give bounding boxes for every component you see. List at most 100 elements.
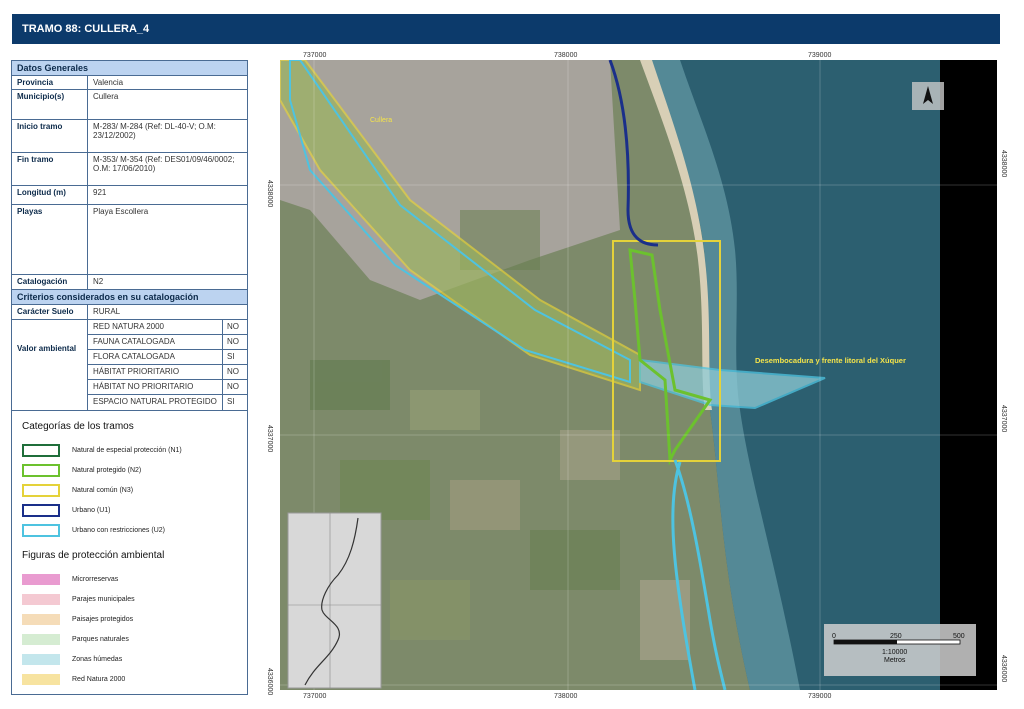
row-key: Inicio tramo [12,120,88,152]
legend-item: Zonas húmedas [22,649,237,669]
row-key: Longitud (m) [12,186,88,204]
legend-swatch [22,613,60,625]
row-playas: Playas Playa Escollera [12,205,247,275]
legend-label: Natural protegido (N2) [72,466,142,474]
ambiental-name: HÁBITAT PRIORITARIO [88,365,223,379]
legend-swatch [22,633,60,645]
legend-swatch [22,653,60,665]
figuras-title: Figuras de protección ambiental [22,550,165,561]
legend-label: Urbano (U1) [72,506,111,514]
legend-label: Natural de especial protección (N1) [72,446,182,454]
row-value: Playa Escollera [93,207,149,216]
page-header: TRAMO 88: CULLERA_4 [12,14,1000,44]
legend-item: Urbano con restricciones (U2) [22,520,237,540]
north-arrow-icon [912,82,944,110]
legend-item: Natural de especial protección (N1) [22,440,237,460]
scale-ratio: 1:10000 [882,649,907,656]
map[interactable]: Cullera Desembocadura y frente litoral d… [280,60,997,690]
page-title: TRAMO 88: CULLERA_4 [22,23,150,35]
legend-swatch [22,443,60,457]
legend-label: Urbano con restricciones (U2) [72,526,165,534]
row-longitud: Longitud (m) 921 [12,186,247,205]
ambiental-name: FLORA CATALOGADA [88,350,223,364]
place-label: Cullera [370,117,392,124]
valor-ambiental-label: Valor ambiental [12,320,88,410]
x-tick-top: 739000 [808,52,832,59]
scale-tick: 250 [890,633,902,640]
legend-item: Paisajes protegidos [22,609,237,629]
y-tick-right: 4336000 [1000,655,1007,683]
y-tick-left: 4336000 [266,668,273,696]
ambiental-name: HÁBITAT NO PRIORITARIO [88,380,223,394]
legend-label: Parajes municipales [72,595,135,603]
legend-item: Parques naturales [22,629,237,649]
y-tick-right: 4337000 [1000,405,1007,433]
ambiental-item: HÁBITAT PRIORITARIO NO [88,365,247,380]
row-value: N2 [93,277,104,286]
legend-swatch [22,503,60,517]
row-inicio: Inicio tramo M-283/ M-284 (Ref: DL-40-V;… [12,120,247,153]
ambiental-value: NO [227,367,239,376]
map-canvas[interactable]: Cullera Desembocadura y frente litoral d… [280,60,997,690]
y-tick-left: 4338000 [266,180,273,208]
legend-label: Zonas húmedas [72,655,123,663]
criterios-header: Criterios considerados en su catalogació… [12,290,247,305]
feature-label: Desembocadura y frente litoral del Xúque… [755,356,906,365]
legend-item: Natural protegido (N2) [22,460,237,480]
legend-label: Red Natura 2000 [72,675,126,683]
row-municipio: Municipio(s) Cullera [12,90,247,120]
legend-label: Paisajes protegidos [72,615,134,623]
ambiental-item: FAUNA CATALOGADA NO [88,335,247,350]
categorias-title: Categorías de los tramos [22,421,134,432]
legend-swatch [22,673,60,685]
x-tick-bottom: 738000 [554,693,578,700]
ambiental-value: NO [227,337,239,346]
legend-swatch [22,523,60,537]
y-tick-right: 4338000 [1000,150,1007,178]
legend-item: Red Natura 2000 [22,669,237,689]
row-key: Catalogación [12,275,88,289]
legend: Categorías de los tramos Natural de espe… [12,411,247,694]
row-key: Provincia [12,76,88,89]
ambiental-item: HÁBITAT NO PRIORITARIO NO [88,380,247,395]
scale-tick: 0 [832,633,836,640]
ambiental-name: RED NATURA 2000 [88,320,223,334]
row-value: M-283/ M-284 (Ref: DL-40-V; O.M: 23/12/2… [93,122,216,140]
ambiental-item: FLORA CATALOGADA SI [88,350,247,365]
legend-swatch [22,463,60,477]
legend-label: Natural común (N3) [72,486,134,494]
overview-inset [287,512,382,689]
row-value: RURAL [93,307,121,316]
valor-ambiental-list: RED NATURA 2000 NO FAUNA CATALOGADA NO FLO… [88,320,247,410]
ambiental-name: FAUNA CATALOGADA [88,335,223,349]
datos-generales-header: Datos Generales [12,61,247,76]
x-tick-bottom: 737000 [303,693,327,700]
row-key: Fin tramo [12,153,88,185]
ambiental-name: ESPACIO NATURAL PROTEGIDO [88,395,223,410]
legend-item: Parajes municipales [22,589,237,609]
x-tick-top: 738000 [554,52,578,59]
row-fin: Fin tramo M-353/ M-354 (Ref: DES01/09/46… [12,153,247,186]
scale-unit: Metros [884,657,906,664]
row-value: M-353/ M-354 (Ref: DES01/09/46/0002; O.M… [93,155,235,173]
nodata-area [940,60,997,690]
ambiental-value: NO [227,322,239,331]
scale-tick: 500 [953,633,965,640]
row-key: Municipio(s) [12,90,88,119]
ambiental-item: RED NATURA 2000 NO [88,320,247,335]
row-value: 921 [93,188,107,197]
legend-item: Microrreservas [22,569,237,589]
legend-swatch [22,483,60,497]
x-tick-top: 737000 [303,52,327,59]
y-tick-left: 4337000 [266,425,273,453]
legend-label: Parques naturales [72,635,129,643]
legend-label: Microrreservas [72,575,119,583]
legend-item: Natural común (N3) [22,480,237,500]
legend-swatch [22,573,60,585]
row-value: Valencia [93,78,124,87]
info-panel: Datos Generales Provincia Valencia Munic… [11,60,248,695]
row-provincia: Provincia Valencia [12,76,247,90]
legend-item: Urbano (U1) [22,500,237,520]
row-catalogacion: Catalogación N2 [12,275,247,290]
ambiental-value: SI [227,397,235,406]
